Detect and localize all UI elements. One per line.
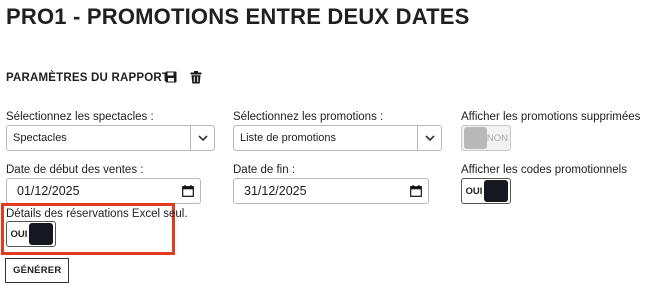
show-codes-label: Afficher les codes promotionnels xyxy=(461,164,627,176)
show-deleted-label: Afficher les promotions supprimées xyxy=(461,111,641,123)
start-date-input[interactable]: 01/12/2025 xyxy=(6,178,201,204)
delete-icon[interactable] xyxy=(188,69,204,85)
spectacles-select-value: Spectacles xyxy=(13,132,67,144)
end-date-label: Date de fin : xyxy=(233,164,296,176)
toggle-state: OUI xyxy=(465,185,483,197)
end-date-value: 31/12/2025 xyxy=(244,184,307,198)
section-title: PARAMÈTRES DU RAPPORT xyxy=(6,72,170,84)
promotions-select[interactable]: Liste de promotions xyxy=(233,125,442,151)
end-date-input[interactable]: 31/12/2025 xyxy=(233,178,429,204)
save-icon[interactable] xyxy=(163,69,179,85)
spectacles-label: Sélectionnez les spectacles : xyxy=(6,111,154,123)
start-date-label: Date de début des ventes : xyxy=(6,164,144,176)
toggle-knob xyxy=(464,127,487,149)
toggle-state: OUI xyxy=(10,228,28,240)
start-date-value: 01/12/2025 xyxy=(17,184,80,198)
toggle-knob xyxy=(29,223,53,245)
toggle-knob xyxy=(484,180,508,202)
calendar-icon[interactable] xyxy=(410,185,422,197)
generate-button[interactable]: GÉNÉRER xyxy=(5,258,70,283)
show-codes-toggle[interactable]: OUI xyxy=(461,178,511,204)
toggle-state: NON xyxy=(486,132,508,144)
calendar-icon[interactable] xyxy=(182,185,194,197)
promotions-select-value: Liste de promotions xyxy=(240,132,336,144)
chevron-down-icon[interactable] xyxy=(417,126,441,150)
chevron-down-icon[interactable] xyxy=(190,126,214,150)
excel-details-toggle[interactable]: OUI xyxy=(6,221,56,247)
promotions-label: Sélectionnez les promotions : xyxy=(233,111,384,123)
show-deleted-toggle[interactable]: NON xyxy=(461,125,511,151)
page-title: PRO1 - PROMOTIONS ENTRE DEUX DATES xyxy=(6,4,470,29)
excel-details-label: Détails des réservations Excel seul. xyxy=(6,208,188,220)
spectacles-select[interactable]: Spectacles xyxy=(6,125,215,151)
